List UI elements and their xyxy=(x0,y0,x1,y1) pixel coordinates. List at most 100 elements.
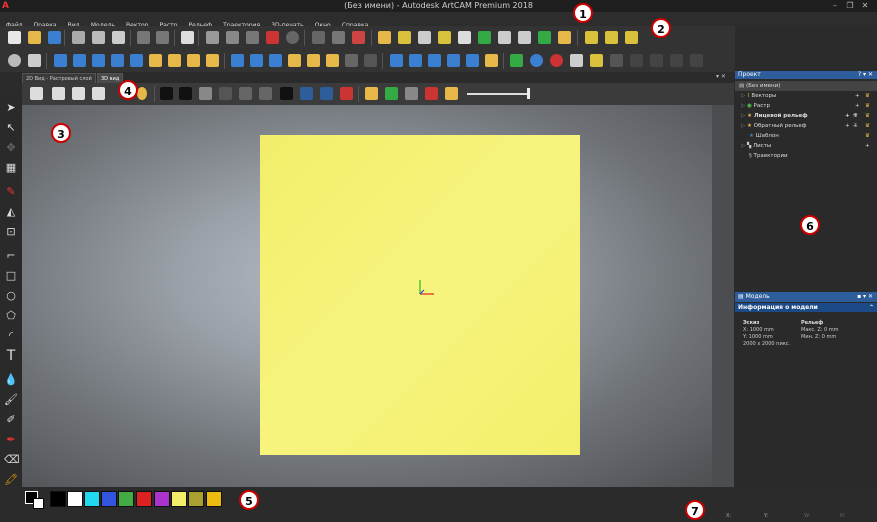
relief-texture-icon[interactable] xyxy=(307,54,320,67)
color-stack-icon[interactable] xyxy=(445,87,458,100)
expand-arrow-icon[interactable]: ▷ xyxy=(741,93,745,99)
smooth-vector-icon[interactable] xyxy=(438,31,451,44)
relief-invert-icon[interactable] xyxy=(364,54,377,67)
sheet-view-icon[interactable] xyxy=(365,87,378,100)
tree-item-root[interactable]: ▤ (Без имени) xyxy=(735,81,877,91)
tree-item-back-relief[interactable]: ▷ ★ Обратный рельеф + ⁜ ♛ xyxy=(735,121,877,131)
transparency-slider-track[interactable] xyxy=(467,93,529,95)
viewport-scroll-area[interactable] xyxy=(712,105,734,487)
star-icon[interactable] xyxy=(458,31,471,44)
tree-item-template[interactable]: ★ Шаблон ♛ xyxy=(735,131,877,141)
collapse-icon[interactable]: ⌃ xyxy=(869,303,874,312)
polyline-icon[interactable] xyxy=(625,31,638,44)
lightbulb-icon[interactable]: ♛ xyxy=(865,121,870,131)
relief-extrude-icon[interactable] xyxy=(92,54,105,67)
tree-item-toolpaths[interactable]: § Траектории xyxy=(735,151,877,161)
simulate-icon[interactable] xyxy=(405,87,418,100)
import-vector-icon[interactable] xyxy=(378,31,391,44)
palette-swatch[interactable] xyxy=(84,491,100,507)
relief-clip-icon[interactable] xyxy=(326,54,339,67)
relief-low-icon[interactable] xyxy=(485,54,498,67)
weave-icon[interactable] xyxy=(518,31,531,44)
relief-add-icon[interactable] xyxy=(428,54,441,67)
undo-icon[interactable] xyxy=(137,31,150,44)
sphere-icon[interactable] xyxy=(530,54,543,67)
lightbulb-icon[interactable]: ♛ xyxy=(865,101,870,111)
relief-blend-icon[interactable] xyxy=(288,54,301,67)
dimension-icon[interactable] xyxy=(630,54,643,67)
redo-icon[interactable] xyxy=(156,31,169,44)
zoom-icon[interactable] xyxy=(8,54,21,67)
measure-line-icon[interactable] xyxy=(650,54,663,67)
add-plus-icon[interactable]: + xyxy=(855,91,860,101)
secondary-color-swatch[interactable] xyxy=(33,498,44,509)
grid-icon[interactable] xyxy=(246,31,259,44)
relief-scale-icon[interactable] xyxy=(250,54,263,67)
wireframe-icon[interactable] xyxy=(259,87,272,100)
polygon-icon[interactable]: ⬠ xyxy=(4,309,18,323)
toolpath-view-icon[interactable] xyxy=(385,87,398,100)
home-icon[interactable] xyxy=(199,87,212,100)
material-icon[interactable] xyxy=(219,87,232,100)
view-cube-side-icon[interactable] xyxy=(72,87,85,100)
relief-lock-icon[interactable] xyxy=(187,54,200,67)
tree-item-front-relief[interactable]: ▷ ★ Лицевой рельеф + ⁜ ♛ xyxy=(735,111,877,121)
relief-spin-icon[interactable] xyxy=(111,54,124,67)
layers-view-icon[interactable] xyxy=(320,87,333,100)
target-icon[interactable] xyxy=(550,54,563,67)
shaded-icon[interactable] xyxy=(239,87,252,100)
extrude-icon[interactable] xyxy=(478,31,491,44)
add-plus-icon[interactable]: + xyxy=(845,111,850,121)
relief-sweep-icon[interactable] xyxy=(149,54,162,67)
project-panel-controls[interactable]: ? ▾ ✕ xyxy=(858,71,873,79)
relief-offset-icon[interactable] xyxy=(231,54,244,67)
view-iso-icon[interactable] xyxy=(30,87,43,100)
expand-arrow-icon[interactable]: ▷ xyxy=(741,143,745,149)
view-cube-front-icon[interactable] xyxy=(52,87,65,100)
axes-icon[interactable] xyxy=(179,87,192,100)
brush-icon[interactable]: 🖌 xyxy=(4,393,18,407)
light-bulb-icon[interactable] xyxy=(137,87,147,100)
relief-copy-icon[interactable] xyxy=(390,54,403,67)
open-folder-icon[interactable] xyxy=(28,31,41,44)
group-icon[interactable] xyxy=(538,31,551,44)
expand-arrow-icon[interactable]: ▷ xyxy=(741,123,745,129)
text-tool-icon[interactable]: T xyxy=(4,349,18,363)
resolution-icon[interactable] xyxy=(286,31,299,44)
rotate-view-icon[interactable] xyxy=(280,87,293,100)
view-plane-icon[interactable] xyxy=(160,87,173,100)
palette-swatch[interactable] xyxy=(154,491,170,507)
cut-icon[interactable] xyxy=(72,31,85,44)
tab-strip-close-icon[interactable]: ▾ ✕ xyxy=(716,73,726,80)
compass-icon[interactable] xyxy=(425,87,438,100)
palette-swatch[interactable] xyxy=(101,491,117,507)
polyline-tool-icon[interactable]: ⌐ xyxy=(4,249,18,263)
color-layers-icon[interactable] xyxy=(340,87,353,100)
rectangle-icon[interactable]: □ xyxy=(4,269,18,283)
save-icon[interactable] xyxy=(48,31,61,44)
grid-tool-icon[interactable]: ▦ xyxy=(4,161,18,175)
notes-icon[interactable] xyxy=(181,31,194,44)
new-file-icon[interactable] xyxy=(8,31,21,44)
relief-high-icon[interactable] xyxy=(466,54,479,67)
select-arrow-icon[interactable]: ➤ xyxy=(4,101,18,115)
relief-smooth-icon[interactable] xyxy=(269,54,282,67)
model-panel-controls[interactable]: ▪ ▾ ✕ xyxy=(857,292,873,302)
relief-turn-icon[interactable] xyxy=(130,54,143,67)
layer-colors-icon[interactable] xyxy=(352,31,365,44)
eyedropper-icon[interactable]: ✒ xyxy=(4,433,18,447)
measure-point-icon[interactable] xyxy=(690,54,703,67)
node-edit-icon[interactable] xyxy=(418,31,431,44)
palette-swatch[interactable] xyxy=(118,491,134,507)
magnet-icon[interactable] xyxy=(590,54,603,67)
paste-icon[interactable] xyxy=(112,31,125,44)
transparency-slider-handle[interactable] xyxy=(527,88,530,99)
model-size-icon[interactable] xyxy=(206,31,219,44)
eraser-icon[interactable]: ⌫ xyxy=(4,453,20,467)
palette-swatch[interactable] xyxy=(67,491,83,507)
view-cube-top-icon[interactable] xyxy=(92,87,105,100)
copy-icon[interactable] xyxy=(92,31,105,44)
vector-layer-icon[interactable] xyxy=(312,31,325,44)
paint-brush-icon[interactable]: 🖍 xyxy=(4,473,18,487)
model-info-section-header[interactable]: Информация о модели ⌃ xyxy=(735,303,877,312)
